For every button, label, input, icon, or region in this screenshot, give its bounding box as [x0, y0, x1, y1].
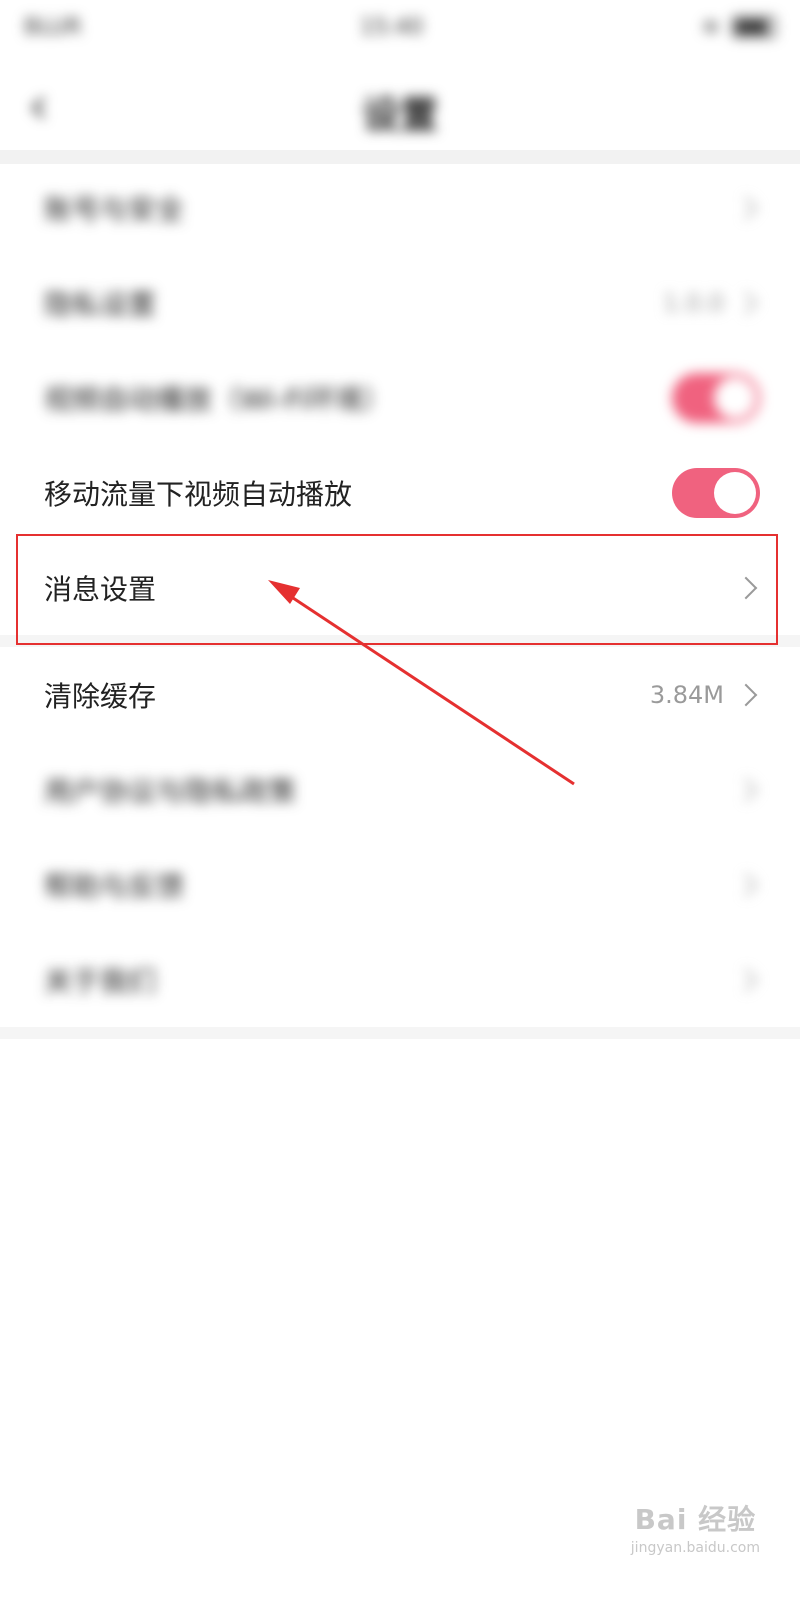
- row-label: 关于我们: [44, 964, 157, 998]
- setting-row-help[interactable]: 帮助与反馈: [0, 837, 800, 932]
- chevron-right-icon: [734, 778, 758, 801]
- setting-row-about[interactable]: 关于我们: [0, 932, 800, 1027]
- chevron-right-icon: [734, 873, 758, 896]
- toggle-knob: [714, 471, 756, 514]
- status-icons: ≋: [702, 15, 776, 40]
- setting-row-agreement[interactable]: 用户协议与隐私政策: [0, 742, 800, 837]
- chevron-right-icon: [734, 291, 758, 314]
- watermark-main: Bai 经验: [634, 1503, 757, 1536]
- chevron-right-icon: [734, 968, 758, 991]
- message-settings-label: 消息设置: [44, 572, 157, 606]
- section-divider: [0, 635, 800, 647]
- wifi-icon: ≋: [701, 14, 720, 40]
- settings-list: 账号与安全 隐私设置 1.0.0 视频自动播放（Wi-Fi环境） 移动流量下视频…: [0, 160, 800, 1039]
- settings-screen: BLUR 15:40 ≋ ‹ 设置 账号与安全 隐私设置 1.0.0 视频自动播…: [0, 0, 800, 1600]
- row-value: 1.0.0: [662, 288, 724, 317]
- setting-row-privacy[interactable]: 隐私设置 1.0.0: [0, 255, 800, 350]
- wifi-autoplay-toggle[interactable]: [672, 372, 760, 423]
- page-title: 设置: [361, 93, 438, 137]
- carrier-text: BLUR: [24, 14, 82, 40]
- row-label: 用户协议与隐私政策: [44, 774, 297, 808]
- battery-icon: [732, 16, 776, 38]
- row-label: 账号与安全: [44, 192, 185, 226]
- header: ‹ 设置: [0, 54, 800, 164]
- mobile-autoplay-toggle[interactable]: [672, 467, 760, 518]
- row-label: 视频自动播放（Wi-Fi环境）: [44, 382, 391, 416]
- status-bar: BLUR 15:40 ≋: [0, 0, 800, 54]
- setting-row-clear-cache[interactable]: 清除缓存 3.84M: [0, 647, 800, 742]
- setting-row-message-settings[interactable]: 消息设置: [0, 540, 800, 635]
- section-divider: [0, 1027, 800, 1039]
- mobile-autoplay-label: 移动流量下视频自动播放: [44, 477, 353, 511]
- row-label: 帮助与反馈: [44, 869, 185, 903]
- toggle-knob: [714, 376, 756, 419]
- chevron-right-icon: [734, 576, 758, 599]
- cache-size-value: 3.84M: [649, 680, 724, 709]
- watermark: Bai 经验 jingyan.baidu.com: [631, 1498, 760, 1556]
- row-label: 隐私设置: [44, 287, 157, 321]
- status-time: 15:40: [359, 14, 424, 40]
- chevron-right-icon: [734, 196, 758, 219]
- watermark-sub: jingyan.baidu.com: [630, 1540, 760, 1556]
- clear-cache-label: 清除缓存: [44, 679, 157, 713]
- setting-row-wifi-autoplay: 视频自动播放（Wi-Fi环境）: [0, 350, 800, 445]
- setting-row-account[interactable]: 账号与安全: [0, 160, 800, 255]
- chevron-right-icon: [734, 683, 758, 706]
- setting-row-mobile-autoplay: 移动流量下视频自动播放: [0, 445, 800, 540]
